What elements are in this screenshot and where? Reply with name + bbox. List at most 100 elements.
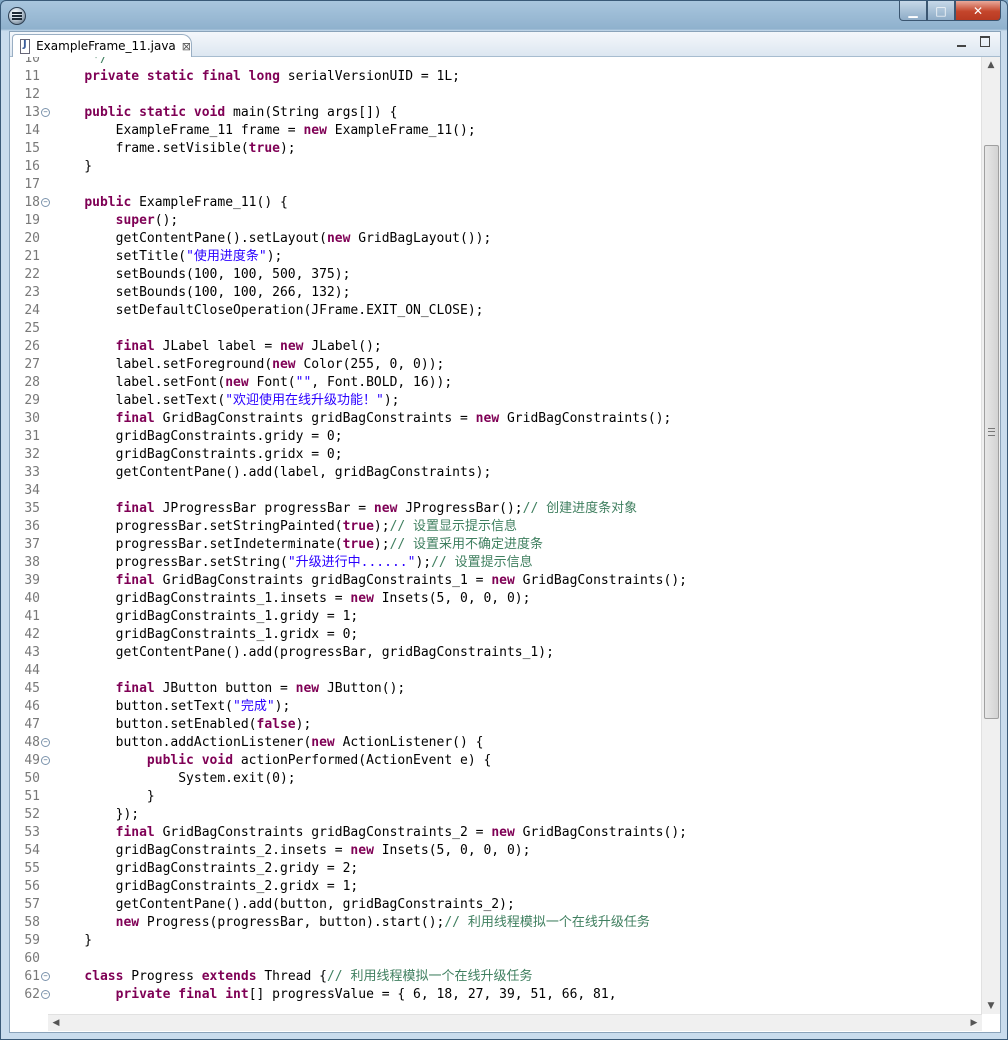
token-text: );: [295, 717, 312, 732]
line-number: 52: [24, 807, 40, 822]
line-number: 53: [24, 825, 40, 840]
line-number: 22: [24, 267, 40, 282]
line-number: 11: [24, 69, 40, 84]
vertical-scroll-thumb[interactable]: [984, 145, 999, 719]
token-cmt: // 利用线程模拟一个在线升级任务: [444, 915, 650, 930]
line-text: private static final long serialVersionU…: [53, 68, 460, 86]
line-text: button.addActionListener(new ActionListe…: [53, 734, 484, 752]
line-number: 58: [24, 915, 40, 930]
fold-toggle-icon[interactable]: −: [41, 108, 50, 117]
token-text: );: [415, 555, 432, 570]
token-text: gridBagConstraints_1.gridx = 0;: [53, 627, 359, 642]
line-text: final JLabel label = new JLabel();: [53, 338, 382, 356]
token-text: ExampleFrame_11();: [326, 123, 476, 138]
system-menu-icon[interactable]: [8, 7, 26, 25]
token-kw: true: [342, 537, 374, 552]
line-text: label.setText("欢迎使用在线升级功能！");: [53, 392, 400, 410]
token-text: gridBagConstraints_2.insets =: [53, 843, 351, 858]
line-text: progressBar.setString("升级进行中......");// …: [53, 554, 533, 572]
line-text: gridBagConstraints_1.gridx = 0;: [53, 626, 359, 644]
vertical-scrollbar[interactable]: ▲ ▼: [981, 57, 1000, 1014]
view-maximize-icon[interactable]: [980, 36, 990, 47]
scroll-down-icon[interactable]: ▼: [982, 998, 1000, 1014]
token-text: , Font.BOLD, 16));: [311, 375, 453, 390]
line-number: 50: [24, 771, 40, 786]
token-text: Insets(5, 0, 0, 0);: [373, 843, 531, 858]
token-text: button.addActionListener(: [53, 735, 312, 750]
title-bar[interactable]: ▁ □ ✕: [1, 1, 1007, 29]
line-number: 25: [24, 321, 40, 336]
line-text: getContentPane().add(label, gridBagConst…: [53, 464, 492, 482]
line-number: 43: [24, 645, 40, 660]
token-text: actionPerformed(ActionEvent e) {: [233, 753, 492, 768]
token-kw: true: [248, 141, 280, 156]
horizontal-scrollbar[interactable]: ◀ ▶: [48, 1014, 982, 1031]
token-text: getContentPane().add(label, gridBagConst…: [53, 465, 492, 480]
scroll-left-icon[interactable]: ◀: [48, 1015, 64, 1031]
scroll-up-icon[interactable]: ▲: [982, 57, 1000, 73]
line-number: 26: [24, 339, 40, 354]
minimize-icon: ▁: [908, 3, 918, 18]
maximize-button[interactable]: □: [927, 1, 955, 21]
line-text: progressBar.setStringPainted(true);// 设置…: [53, 518, 517, 536]
token-text: setBounds(100, 100, 500, 375);: [53, 267, 351, 282]
fold-toggle-icon[interactable]: −: [41, 756, 50, 765]
line-text: */: [53, 57, 108, 68]
token-kw: new: [115, 915, 140, 930]
scroll-right-icon[interactable]: ▶: [966, 1015, 982, 1031]
token-kw: super: [115, 213, 155, 228]
token-kw: new: [475, 411, 500, 426]
editor-tab-bar: ExampleFrame_11.java ⊠: [10, 32, 1000, 57]
token-text: gridBagConstraints.gridx = 0;: [53, 447, 343, 462]
token-text: ExampleFrame_11() {: [131, 195, 288, 210]
view-minimize-icon[interactable]: [957, 36, 966, 47]
token-text: JButton button =: [154, 681, 296, 696]
editor-tab-exampleframe[interactable]: ExampleFrame_11.java ⊠: [12, 34, 192, 57]
minimize-button[interactable]: ▁: [899, 1, 927, 21]
line-number: 21: [24, 249, 40, 264]
line-number: 42: [24, 627, 40, 642]
token-text: label.setFont(: [53, 375, 226, 390]
line-number: 33: [24, 465, 40, 480]
line-text: progressBar.setIndeterminate(true);// 设置…: [53, 536, 543, 554]
code-area[interactable]: 10 */ 11 private static final long serial…: [10, 57, 968, 1014]
fold-toggle-icon[interactable]: −: [41, 198, 50, 207]
tab-close-icon[interactable]: ⊠: [182, 40, 191, 53]
token-kw: private final int: [115, 987, 249, 1002]
token-str: "使用进度条": [186, 249, 267, 264]
token-text: progressBar.setString(: [53, 555, 288, 570]
token-cmt: // 设置显示提示信息: [389, 519, 518, 534]
token-text: );: [373, 519, 390, 534]
line-number: 30: [24, 411, 40, 426]
token-kw: final: [115, 501, 155, 516]
token-cmt: */: [53, 57, 108, 66]
line-number: 15: [24, 141, 40, 156]
line-text: gridBagConstraints.gridy = 0;: [53, 428, 343, 446]
line-number: 44: [24, 663, 40, 678]
line-number: 59: [24, 933, 40, 948]
line-text: getContentPane().add(progressBar, gridBa…: [53, 644, 554, 662]
token-text: ActionListener() {: [334, 735, 484, 750]
line-number: 14: [24, 123, 40, 138]
token-text: );: [383, 393, 400, 408]
line-text: class Progress extends Thread {// 利用线程模拟…: [53, 968, 532, 986]
close-button[interactable]: ✕: [955, 1, 1001, 21]
token-kw: true: [342, 519, 374, 534]
token-text: getContentPane().add(progressBar, gridBa…: [53, 645, 554, 660]
token-kw: final: [115, 825, 155, 840]
token-kw: private static final long: [84, 69, 280, 84]
fold-toggle-icon[interactable]: −: [41, 972, 50, 981]
line-text: gridBagConstraints.gridx = 0;: [53, 446, 343, 464]
token-str: "升级进行中......": [287, 555, 416, 570]
line-number: 19: [24, 213, 40, 228]
token-kw: final: [115, 681, 155, 696]
token-text: main(String args[]) {: [225, 105, 398, 120]
token-kw: new: [491, 825, 515, 840]
fold-toggle-icon[interactable]: −: [41, 990, 50, 999]
fold-toggle-icon[interactable]: −: [41, 738, 50, 747]
line-number: 41: [24, 609, 40, 624]
